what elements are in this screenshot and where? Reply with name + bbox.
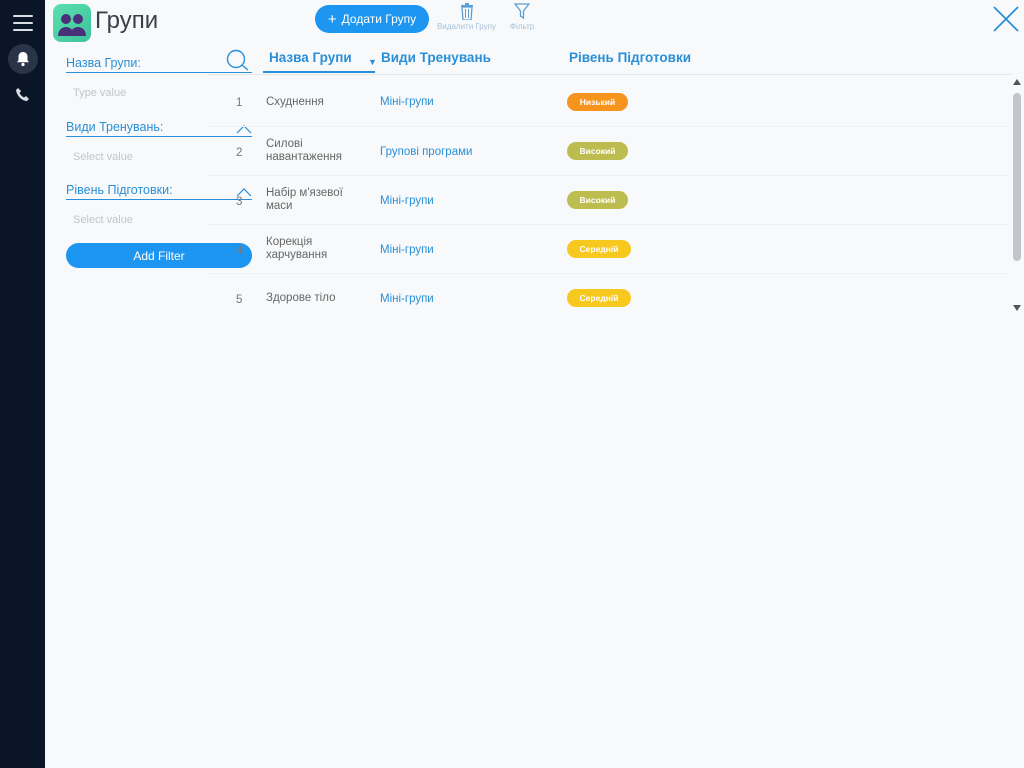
level-badge: Середній xyxy=(567,289,631,307)
scroll-up-icon[interactable] xyxy=(1012,78,1022,86)
page-title: Групи xyxy=(95,7,159,34)
training-type-link[interactable]: Міні-групи xyxy=(380,96,434,108)
filter-button[interactable]: Фільтр xyxy=(510,3,534,31)
training-type-link[interactable]: Міні-групи xyxy=(380,195,434,207)
side-rail xyxy=(0,0,45,768)
group-name-filter-label: Назва Групи: xyxy=(66,56,252,73)
close-icon[interactable] xyxy=(990,3,1022,35)
training-type-link[interactable]: Міні-групи xyxy=(380,293,434,305)
notifications-button[interactable] xyxy=(8,44,38,74)
column-header-name[interactable]: Назва Групи xyxy=(263,50,375,73)
scroll-down-icon[interactable] xyxy=(1012,304,1022,312)
column-header-level[interactable]: Рівень Підготовки xyxy=(569,50,691,65)
users-icon xyxy=(53,4,91,42)
row-index: 1 xyxy=(236,97,243,109)
header-divider xyxy=(208,74,1012,75)
row-index: 3 xyxy=(236,196,243,208)
scroll-thumb[interactable] xyxy=(1013,93,1021,261)
table-row[interactable]: 4 Корекція харчування Міні-групи Середні… xyxy=(208,225,1008,274)
bell-icon xyxy=(17,52,29,67)
table-scrollbar[interactable] xyxy=(1011,78,1023,318)
row-index: 5 xyxy=(236,294,243,306)
funnel-icon xyxy=(514,3,531,20)
add-group-button[interactable]: + Додати Групу xyxy=(315,5,429,33)
training-type-link[interactable]: Групові програми xyxy=(380,146,472,158)
delete-group-button[interactable]: Видалити Групу xyxy=(437,3,496,31)
table-row[interactable]: 1 Схуднення Міні-групи Низький xyxy=(208,78,1008,127)
table-row[interactable]: 5 Здорове тіло Міні-групи Середній xyxy=(208,274,1008,323)
group-name: Схуднення xyxy=(266,96,324,108)
group-name: Набір м'язевої маси xyxy=(266,187,343,212)
group-name: Силові навантаження xyxy=(266,138,343,163)
row-index: 2 xyxy=(236,147,243,159)
column-header-training-types[interactable]: Види Тренувань xyxy=(381,50,491,65)
group-name: Здорове тіло xyxy=(266,292,336,304)
filter-label: Фільтр xyxy=(510,22,535,31)
training-type-link[interactable]: Міні-групи xyxy=(380,244,434,256)
add-group-label: Додати Групу xyxy=(341,12,417,26)
group-name: Корекція харчування xyxy=(266,236,328,261)
hamburger-icon[interactable] xyxy=(13,15,33,31)
plus-icon: + xyxy=(327,10,337,28)
phone-icon[interactable] xyxy=(14,86,32,104)
level-badge: Високий xyxy=(567,191,628,209)
table-row[interactable]: 3 Набір м'язевої маси Міні-групи Високий xyxy=(208,176,1008,225)
level-badge: Середній xyxy=(567,240,631,258)
sort-down-icon[interactable]: ▼ xyxy=(368,57,377,67)
level-badge: Високий xyxy=(567,142,628,160)
table-row[interactable]: 2 Силові навантаження Групові програми В… xyxy=(208,127,1008,176)
level-badge: Низький xyxy=(567,93,628,111)
row-index: 4 xyxy=(236,245,243,257)
trash-icon xyxy=(460,3,473,20)
delete-group-label: Видалити Групу xyxy=(437,22,496,31)
